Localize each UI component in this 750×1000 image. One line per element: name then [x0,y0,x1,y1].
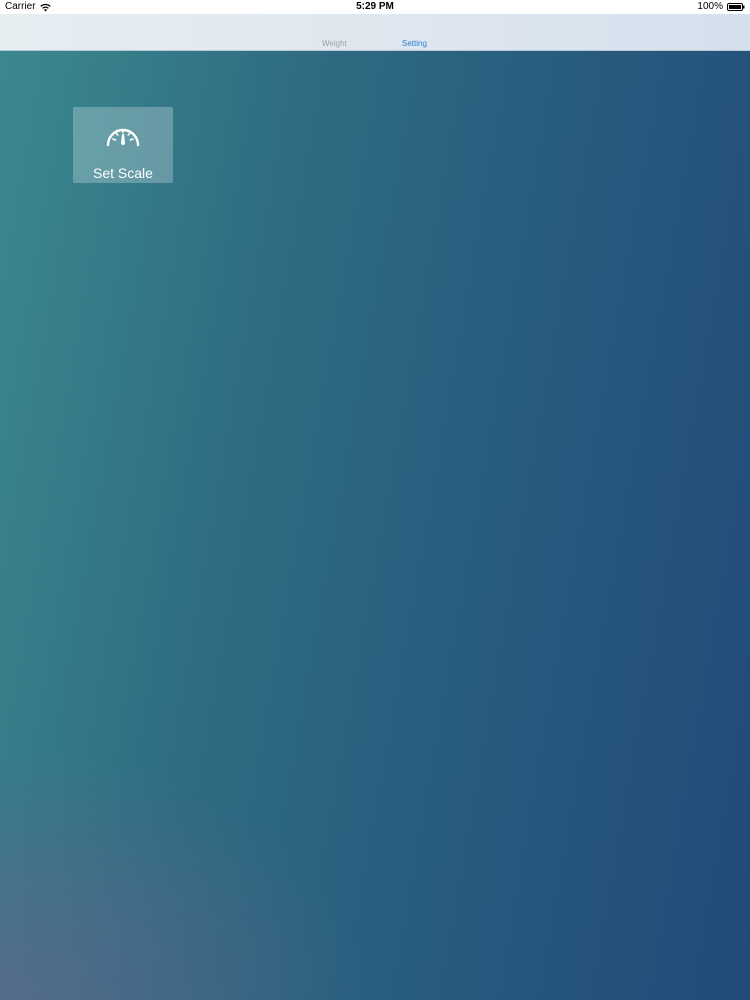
status-bar: Carrier 5:29 PM 100% [0,0,750,14]
status-time: 5:29 PM [356,1,394,12]
status-right: 100% [697,0,745,14]
battery-icon [727,3,745,11]
tab-bar: Weight Setting [0,14,750,51]
tab-weight[interactable]: Weight [322,39,347,49]
set-scale-label: Set Scale [93,165,153,181]
set-scale-tile[interactable]: Set Scale [73,107,173,183]
speedometer-icon [105,123,141,149]
battery-percent: 100% [697,1,723,12]
tab-setting[interactable]: Setting [402,39,427,49]
